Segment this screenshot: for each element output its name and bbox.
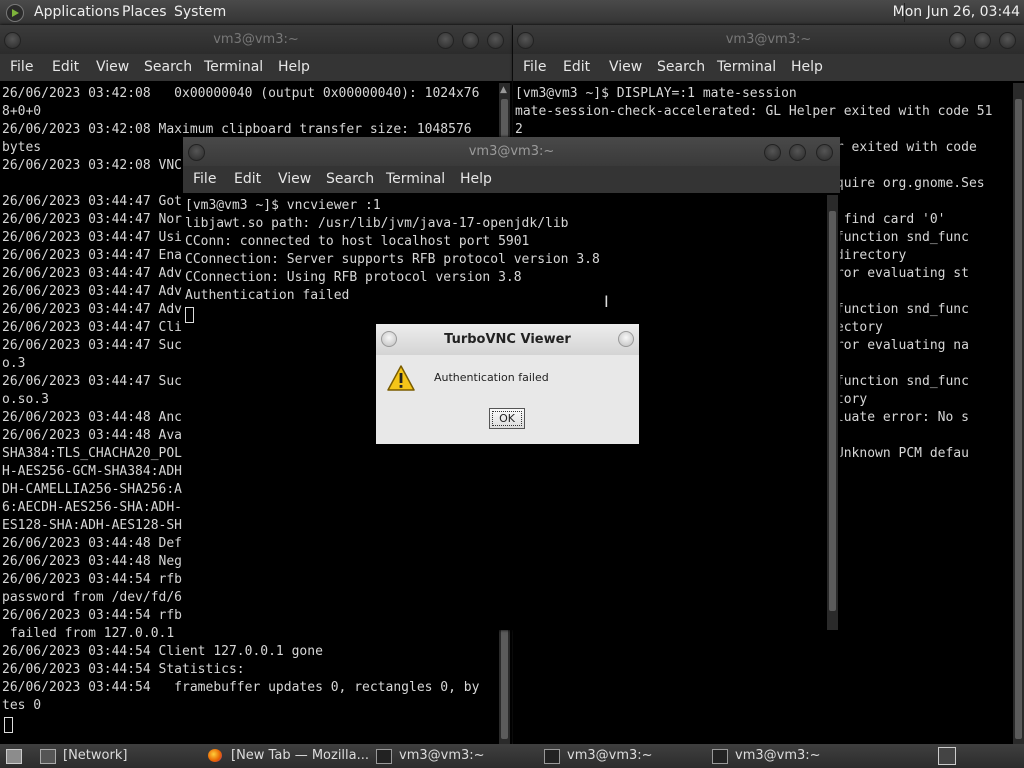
taskbar-item-terminal-1[interactable]: vm3@vm3:~ (372, 744, 540, 768)
workspace-icon (938, 747, 956, 765)
scrollbar-thumb[interactable] (1015, 99, 1022, 739)
right-terminal-titlebar[interactable]: vm3@vm3:~ (513, 25, 1024, 54)
center-terminal-titlebar[interactable]: vm3@vm3:~ (183, 137, 840, 166)
terminal-line: libjawt.so path: /usr/lib/jvm/java-17-op… (185, 216, 569, 231)
terminal-icon (376, 749, 392, 764)
terminal-line: 8+0+0 (2, 104, 42, 119)
minimize-icon[interactable] (949, 32, 966, 49)
window-title: vm3@vm3:~ (725, 32, 812, 47)
menu-terminal[interactable]: Terminal (386, 171, 445, 187)
menu-search[interactable]: Search (326, 171, 374, 187)
menu-view[interactable]: View (278, 171, 311, 187)
ok-button[interactable]: OK (489, 408, 525, 429)
maximize-icon[interactable] (462, 32, 479, 49)
terminal-line: CConnection: Server supports RFB protoco… (185, 252, 600, 267)
terminal-line: 26/06/2023 03:44:54 Statistics: (2, 662, 245, 677)
menu-search[interactable]: Search (657, 59, 705, 75)
menu-view[interactable]: View (96, 59, 129, 75)
window-menu-icon[interactable] (517, 32, 534, 49)
window-menu-icon[interactable] (381, 331, 397, 347)
firefox-icon (208, 749, 222, 762)
top-panel: Applications Places System Mon Jun 26, 0… (0, 0, 1024, 25)
menu-edit[interactable]: Edit (234, 171, 261, 187)
terminal-line: [vm3@vm3 ~]$ vncviewer :1 (185, 198, 381, 213)
terminal-line: Authentication failed (185, 288, 350, 303)
left-terminal-titlebar[interactable]: vm3@vm3:~ (0, 25, 512, 54)
dialog-titlebar[interactable]: TurboVNC Viewer (376, 324, 639, 355)
right-terminal-menubar: File Edit View Search Terminal Help (513, 54, 1024, 81)
center-terminal-scrollbar[interactable] (827, 195, 838, 630)
close-icon[interactable] (999, 32, 1016, 49)
show-desktop-button[interactable] (0, 744, 32, 768)
terminal-line: [vm3@vm3 ~]$ DISPLAY=:1 mate-session (515, 86, 797, 101)
menu-search[interactable]: Search (144, 59, 192, 75)
minimize-icon[interactable] (437, 32, 454, 49)
system-menu[interactable]: System (174, 4, 226, 20)
window-title: vm3@vm3:~ (213, 32, 299, 47)
terminal-cursor (185, 305, 194, 324)
close-icon[interactable] (487, 32, 504, 49)
menu-help[interactable]: Help (460, 171, 492, 187)
menu-terminal[interactable]: Terminal (717, 59, 776, 75)
scroll-up-icon[interactable]: ▲ (500, 85, 507, 95)
text-cursor-icon: I (604, 292, 609, 311)
menu-help[interactable]: Help (791, 59, 823, 75)
places-menu[interactable]: Places (122, 4, 167, 20)
window-title: vm3@vm3:~ (468, 144, 555, 159)
terminal-line: 26/06/2023 03:44:54 framebuffer updates … (2, 680, 480, 695)
terminal-line: CConn: connected to host localhost port … (185, 234, 530, 249)
menu-edit[interactable]: Edit (52, 59, 79, 75)
mate-logo-icon[interactable] (6, 4, 24, 22)
bottom-panel: [Network] [New Tab — Mozilla... vm3@vm3:… (0, 744, 1024, 768)
center-terminal-menubar: File Edit View Search Terminal Help (183, 166, 840, 193)
taskbar-item-network[interactable]: [Network] (36, 744, 201, 768)
minimize-icon[interactable] (764, 144, 781, 161)
maximize-icon[interactable] (974, 32, 991, 49)
terminal-line: 26/06/2023 03:44:54 Client 127.0.0.1 gon… (2, 644, 323, 659)
scrollbar-thumb[interactable] (829, 211, 836, 611)
applications-menu[interactable]: Applications (34, 4, 120, 20)
close-icon[interactable] (618, 331, 634, 347)
maximize-icon[interactable] (789, 144, 806, 161)
menu-file[interactable]: File (10, 59, 33, 75)
menu-edit[interactable]: Edit (563, 59, 590, 75)
window-menu-icon[interactable] (188, 144, 205, 161)
folder-icon (40, 749, 56, 764)
clock[interactable]: Mon Jun 26, 03:44 (893, 4, 1020, 20)
terminal-icon (544, 749, 560, 764)
terminal-cursor (4, 715, 13, 734)
close-icon[interactable] (816, 144, 833, 161)
dialog-title: TurboVNC Viewer (444, 332, 571, 347)
terminal-line: mate-session-check-accelerated: GL Helpe… (515, 104, 993, 119)
desktop-icon (6, 749, 22, 764)
left-terminal-menubar: File Edit View Search Terminal Help (0, 54, 512, 81)
warning-icon (387, 365, 415, 391)
menu-view[interactable]: View (609, 59, 642, 75)
taskbar-item-terminal-3[interactable]: vm3@vm3:~ (708, 744, 876, 768)
taskbar-item-firefox[interactable]: [New Tab — Mozilla... (204, 744, 372, 768)
taskbar-item-terminal-2[interactable]: vm3@vm3:~ (540, 744, 708, 768)
terminal-line: 26/06/2023 03:42:08 0x00000040 (output 0… (2, 86, 480, 101)
right-terminal-scrollbar[interactable] (1013, 83, 1024, 744)
menu-file[interactable]: File (523, 59, 546, 75)
terminal-icon (712, 749, 728, 764)
menu-help[interactable]: Help (278, 59, 310, 75)
menu-file[interactable]: File (193, 171, 216, 187)
workspace-switcher[interactable] (936, 744, 958, 768)
dialog-message: Authentication failed (434, 371, 549, 384)
terminal-line: CConnection: Using RFB protocol version … (185, 270, 522, 285)
terminal-line: tes 0 (2, 698, 42, 713)
window-menu-icon[interactable] (4, 32, 21, 49)
menu-terminal[interactable]: Terminal (204, 59, 263, 75)
